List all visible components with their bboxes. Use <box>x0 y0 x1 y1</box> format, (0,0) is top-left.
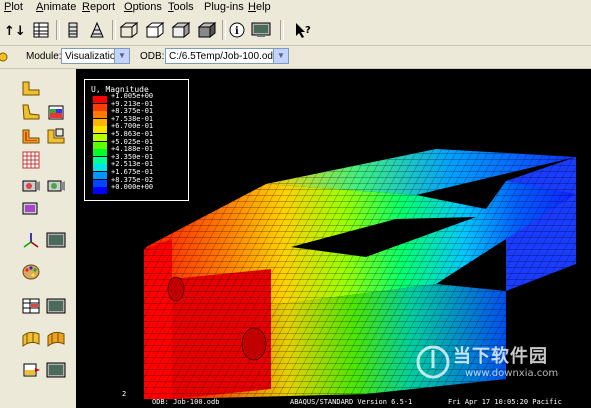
deformed-plot-icon[interactable] <box>20 101 42 123</box>
legend-swatch <box>93 187 107 195</box>
field-output-icon[interactable] <box>45 295 67 317</box>
menu-bar: Plot Animate Report Options Tools Plug-i… <box>0 0 591 16</box>
box-shaded-icon[interactable] <box>170 19 192 41</box>
menu-report[interactable]: Report <box>82 1 115 13</box>
box-edges-icon[interactable] <box>196 19 218 41</box>
module-select[interactable]: Visualization ▼ <box>61 48 130 64</box>
chevron-down-icon[interactable]: ▼ <box>273 49 288 63</box>
step-number: 2 <box>122 390 127 398</box>
watermark-url: www.downxia.com <box>465 368 559 379</box>
monitor-icon[interactable] <box>250 19 272 41</box>
svg-text:i: i <box>235 26 239 37</box>
toolbar-separator <box>56 20 60 40</box>
palette-icon[interactable] <box>20 261 42 283</box>
toolbar-separator <box>280 20 284 40</box>
legend-swatch <box>93 164 107 172</box>
legend-swatch <box>93 172 107 179</box>
contour-plot-icon[interactable] <box>45 101 67 123</box>
box-wire-icon[interactable] <box>118 19 140 41</box>
menu-animate[interactable]: Animate <box>36 1 76 13</box>
legend-value: +0.000e+00 <box>111 183 154 192</box>
toolbox <box>0 69 76 408</box>
status-version: ABAQUS/STANDARD Version 6.5-1 <box>290 398 413 406</box>
overlay-icon[interactable] <box>45 125 67 147</box>
watermark: 当下软件园 www.downxia.com <box>415 342 591 388</box>
odb-select[interactable]: C:/6.5Temp/Job-100.odb ▼ <box>165 48 289 64</box>
svg-text:↑↓: ↑↓ <box>4 24 23 39</box>
legend-value: +1.675e-01 <box>111 168 154 176</box>
undeformed-plot-icon[interactable] <box>20 77 42 99</box>
chevron-down-icon[interactable]: ▼ <box>114 49 129 63</box>
legend-swatch <box>93 111 107 119</box>
animation-scale-icon[interactable] <box>20 175 42 197</box>
grid-icon[interactable] <box>30 19 52 41</box>
legend-swatch <box>93 156 107 164</box>
menu-options[interactable]: Options <box>124 1 162 13</box>
legend-value: +5.863e-01 <box>111 130 154 138</box>
legend-swatch <box>93 179 107 187</box>
menu-plugins[interactable]: Plug-ins <box>204 1 244 13</box>
module-label: Module: <box>26 51 62 62</box>
table-icon[interactable] <box>20 295 42 317</box>
status-date: Fri Apr 17 10:05:20 Pacific <box>448 398 562 406</box>
status-odb: ODB: Job-100.odb <box>152 398 220 406</box>
watermark-brand: 当下软件园 <box>453 346 548 367</box>
menu-help[interactable]: Help <box>248 1 271 13</box>
xy-plot-icon[interactable] <box>45 229 67 251</box>
mesh-icon[interactable] <box>62 19 84 41</box>
material-orientation-icon[interactable] <box>20 149 42 171</box>
common-options-icon[interactable] <box>45 359 67 381</box>
animation-time-icon[interactable] <box>45 175 67 197</box>
main-toolbar: ↑↓ i ? <box>0 17 591 46</box>
menu-tools[interactable]: Tools <box>168 1 194 13</box>
legend-swatch <box>93 118 107 126</box>
toolbar-separator <box>112 20 116 40</box>
legend-swatch <box>93 134 107 141</box>
triad-icon[interactable] <box>20 229 42 251</box>
animation-harmonic-icon[interactable] <box>20 197 42 219</box>
legend-swatch <box>93 149 107 157</box>
help-pointer-icon[interactable]: ? <box>292 19 314 41</box>
odb-label: ODB: <box>140 51 165 62</box>
display-group-icon[interactable] <box>20 327 42 349</box>
info-icon[interactable]: i <box>226 19 248 41</box>
contour-legend: U, Magnitude +1.005e+00 +9.213e-01 +8.375e… <box>84 79 189 201</box>
cone-icon[interactable] <box>86 19 108 41</box>
legend-swatch <box>93 141 107 149</box>
watermark-logo-icon <box>416 345 450 379</box>
section-icon[interactable] <box>20 359 42 381</box>
legend-value: +1.005e+00 <box>111 92 154 100</box>
legend-swatch <box>93 103 107 111</box>
shape-icon[interactable] <box>45 327 67 349</box>
legend-swatch <box>93 126 107 134</box>
context-bar: Module: Visualization ▼ ODB: C:/6.5Temp/… <box>0 46 591 69</box>
menu-plot[interactable]: Plot <box>4 1 23 13</box>
svg-text:?: ? <box>305 25 311 36</box>
sort-icon[interactable]: ↑↓ <box>2 19 24 41</box>
sun-icon <box>0 46 14 68</box>
status-line: 2 ODB: Job-100.odb ABAQUS/STANDARD Versi… <box>76 390 591 408</box>
symbol-plot-icon[interactable] <box>20 125 42 147</box>
legend-swatch <box>93 96 107 103</box>
box-solid-icon[interactable] <box>144 19 166 41</box>
